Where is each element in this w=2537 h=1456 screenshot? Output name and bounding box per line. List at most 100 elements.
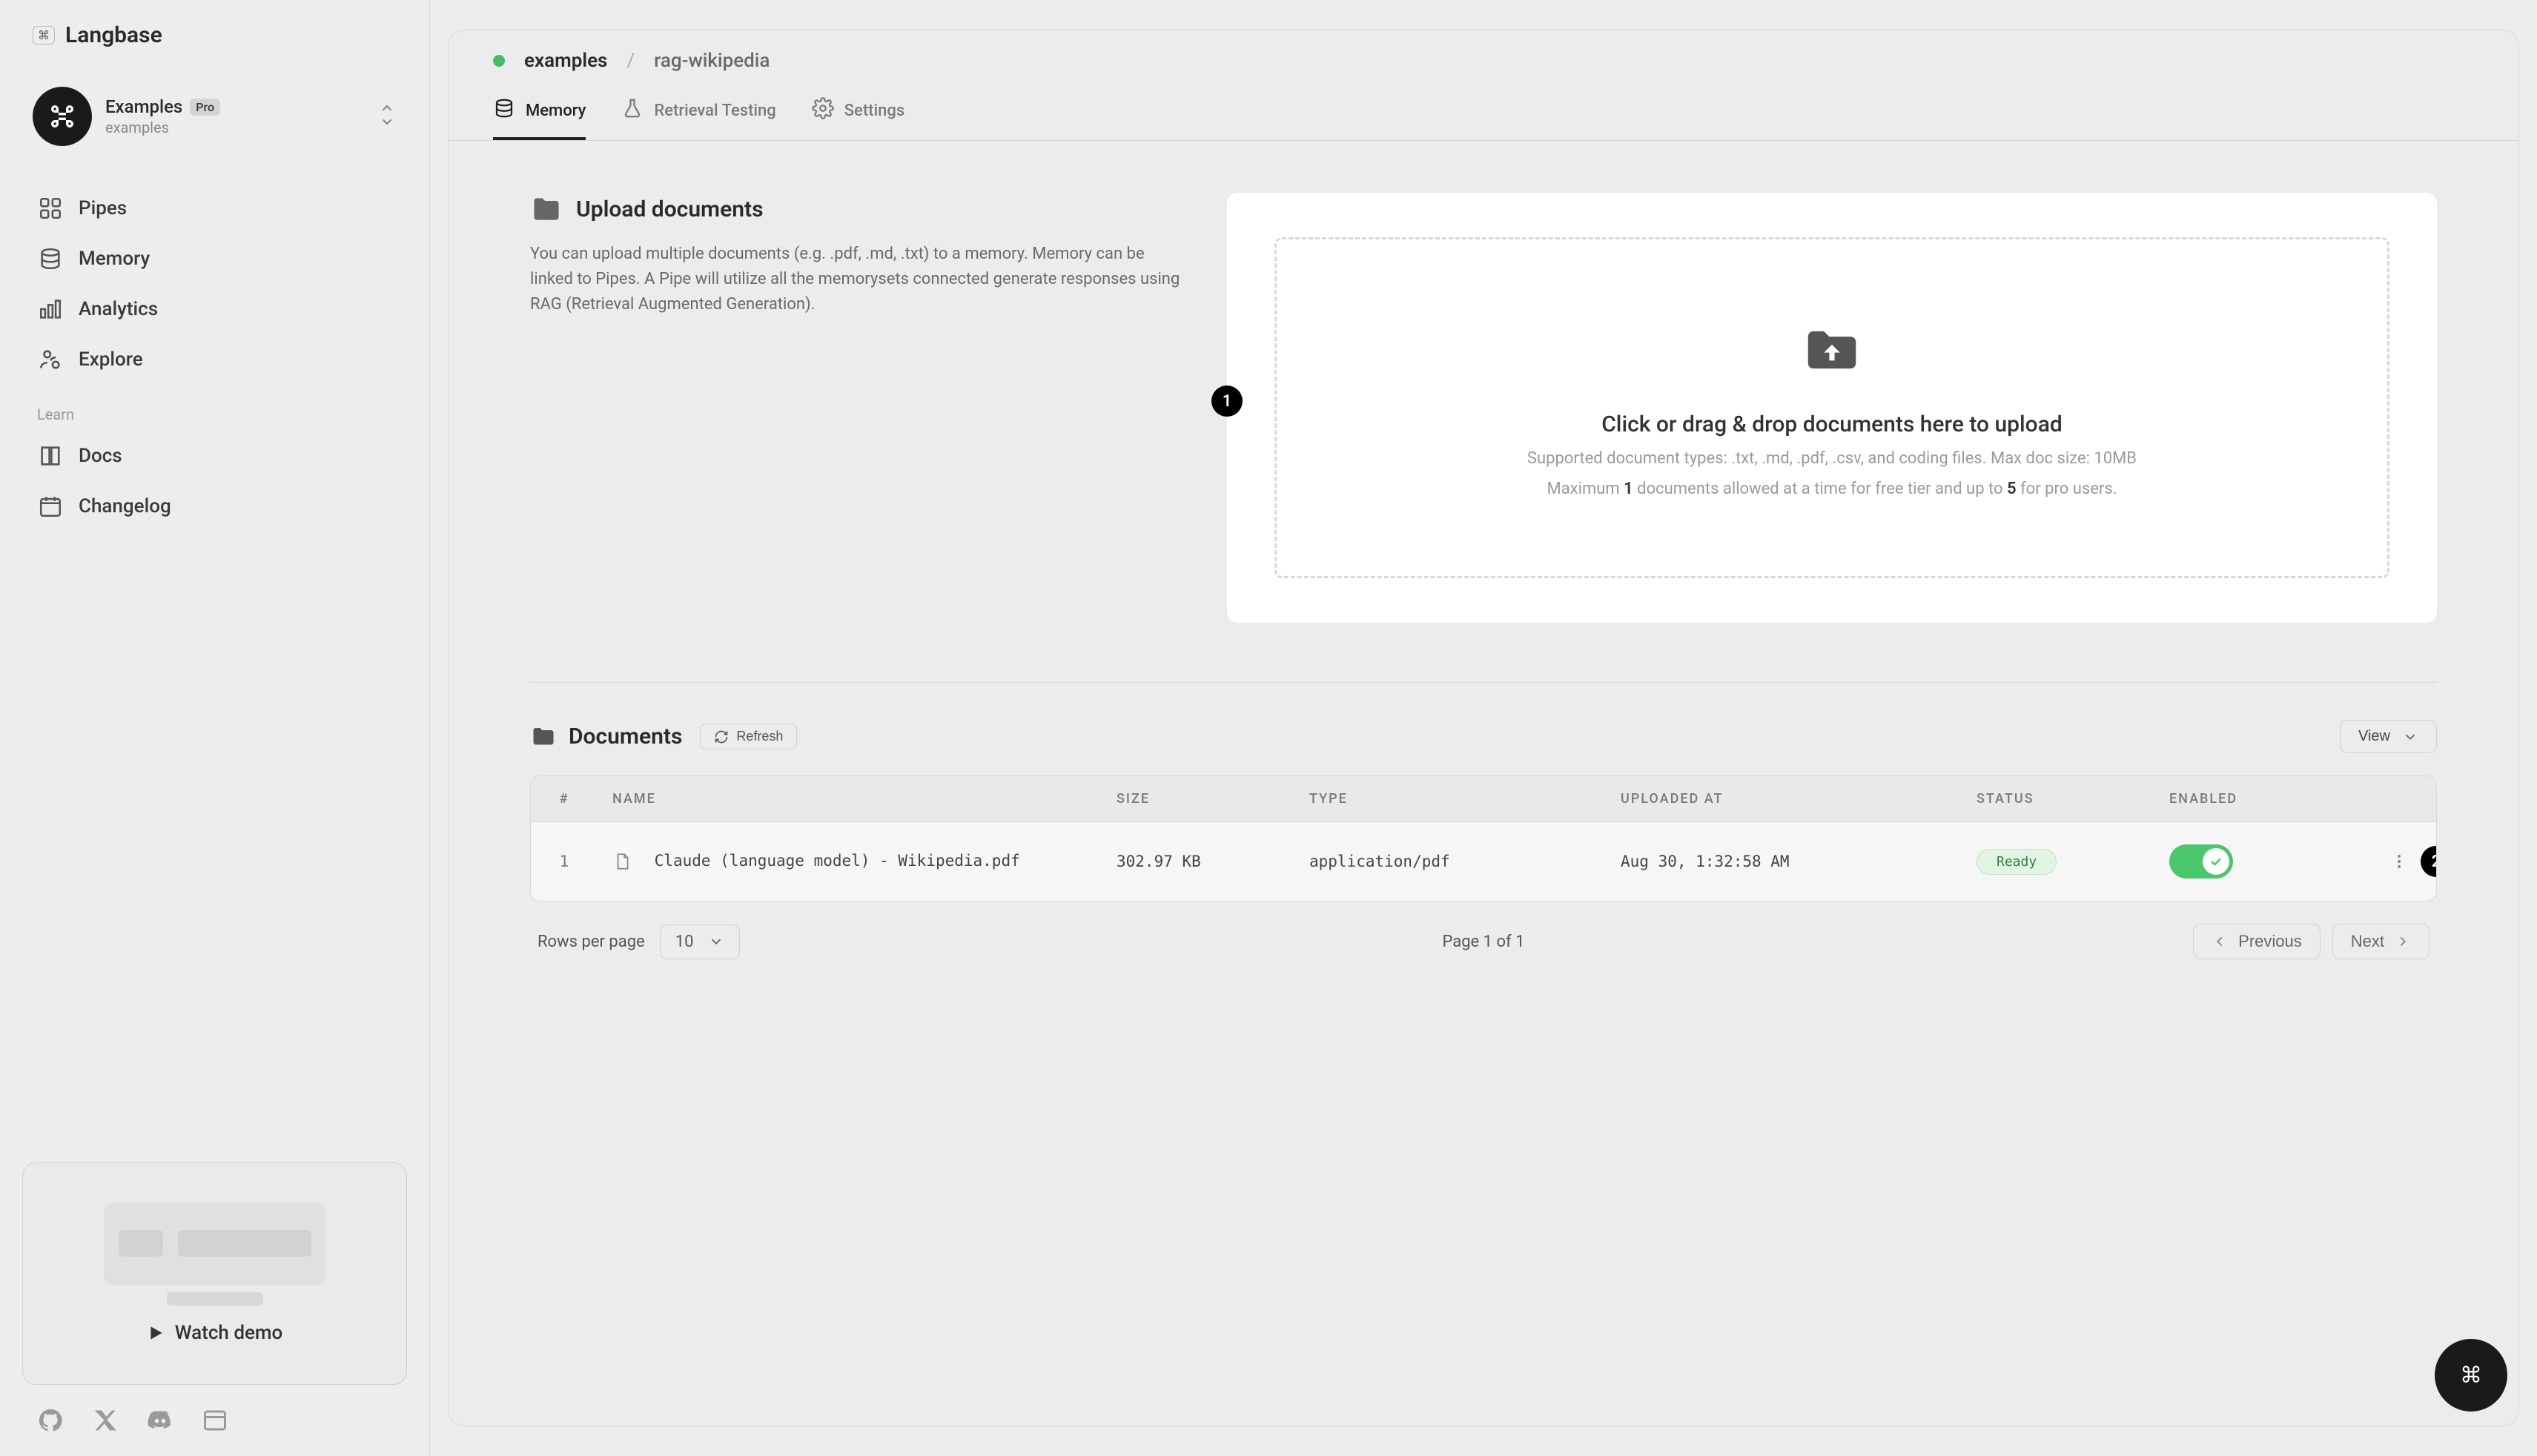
main: examples / rag-wikipedia Memory Retrieva… <box>430 0 2537 1456</box>
window-icon[interactable] <box>202 1407 228 1434</box>
breadcrumb: examples / rag-wikipedia <box>449 30 2518 72</box>
command-icon: ⌘ <box>2460 1363 2482 1389</box>
memory-icon <box>37 245 64 272</box>
th-name[interactable]: NAME <box>598 791 1102 807</box>
changelog-icon <box>37 493 64 520</box>
x-icon[interactable] <box>92 1407 119 1434</box>
sidebar-item-label: Changelog <box>79 495 171 517</box>
document-icon <box>612 852 632 871</box>
tab-label: Settings <box>844 102 904 120</box>
previous-label: Previous <box>2238 932 2302 951</box>
tab-label: Retrieval Testing <box>654 102 775 120</box>
th-type[interactable]: TYPE <box>1294 791 1606 807</box>
sidebar: ⌘ Langbase Examples Pro examples Pipes <box>0 0 430 1456</box>
footer-social <box>22 1385 407 1441</box>
discord-icon[interactable] <box>147 1407 173 1434</box>
sidebar-item-label: Analytics <box>79 298 158 320</box>
chevron-left-icon <box>2212 933 2228 950</box>
watch-demo-label: Watch demo <box>175 1322 283 1344</box>
dropzone[interactable]: 1 Click or drag & drop documents here to… <box>1227 193 2437 623</box>
rows-per-page-label: Rows per page <box>538 933 645 951</box>
documents-table: # NAME SIZE TYPE UPLOADED AT STATUS ENAB… <box>530 775 2437 901</box>
status-dot <box>493 55 505 67</box>
refresh-button[interactable]: Refresh <box>700 724 797 749</box>
breadcrumb-separator: / <box>626 50 635 72</box>
brand-name: Langbase <box>65 22 162 48</box>
rows-per-page-value: 10 <box>675 933 694 951</box>
rows-per-page-select[interactable]: 10 <box>660 924 741 959</box>
refresh-label: Refresh <box>736 729 783 744</box>
sidebar-item-explore[interactable]: Explore <box>22 336 407 383</box>
chevron-down-icon <box>708 933 724 950</box>
flask-icon <box>621 97 644 124</box>
previous-button[interactable]: Previous <box>2193 924 2321 959</box>
sidebar-item-label: Explore <box>79 348 143 371</box>
tab-retrieval-testing[interactable]: Retrieval Testing <box>621 97 775 140</box>
chevron-up-down-icon <box>377 102 397 131</box>
documents-title: Documents <box>569 724 682 749</box>
sidebar-item-label: Pipes <box>79 197 127 219</box>
dropzone-subtitle-1: Supported document types: .txt, .md, .pd… <box>1527 449 2137 468</box>
next-button[interactable]: Next <box>2332 924 2430 959</box>
demo-card[interactable]: Watch demo <box>22 1162 407 1385</box>
th-enabled[interactable]: ENABLED <box>2154 791 2362 807</box>
breadcrumb-page[interactable]: rag-wikipedia <box>654 50 770 72</box>
play-icon <box>147 1323 166 1343</box>
org-badge: Pro <box>190 99 220 116</box>
dropzone-title: Click or drag & drop documents here to u… <box>1601 411 2063 437</box>
check-icon <box>2209 854 2223 869</box>
table-row[interactable]: 1 Claude (language model) - Wikipedia.pd… <box>531 822 2436 901</box>
org-slug: examples <box>105 119 364 136</box>
org-selector[interactable]: Examples Pro examples <box>22 78 407 155</box>
command-icon <box>47 102 77 131</box>
td-size: 302.97 KB <box>1102 853 1294 870</box>
sidebar-item-pipes[interactable]: Pipes <box>22 185 407 232</box>
td-status: Ready <box>1962 849 2154 875</box>
brand[interactable]: ⌘ Langbase <box>22 22 407 48</box>
sidebar-item-memory[interactable]: Memory <box>22 235 407 282</box>
th-status[interactable]: STATUS <box>1962 791 2154 807</box>
chevron-down-icon <box>2402 729 2418 745</box>
td-uploaded: Aug 30, 1:32:58 AM <box>1606 853 1962 870</box>
tab-memory[interactable]: Memory <box>493 97 586 140</box>
td-index: 1 <box>531 853 598 870</box>
breadcrumb-project[interactable]: examples <box>524 50 607 72</box>
td-enabled <box>2154 844 2362 878</box>
demo-thumbnail <box>104 1203 326 1285</box>
explore-icon <box>37 346 64 373</box>
brand-icon: ⌘ <box>33 26 55 44</box>
th-uploaded[interactable]: UPLOADED AT <box>1606 791 1962 807</box>
view-label: View <box>2358 728 2390 745</box>
next-label: Next <box>2351 932 2384 951</box>
memory-icon <box>493 97 515 124</box>
org-avatar <box>33 87 92 146</box>
annotation-pin-2: 2 <box>2421 846 2437 877</box>
sidebar-item-label: Memory <box>79 248 150 270</box>
folder-upload-icon <box>530 193 563 225</box>
org-name: Examples <box>105 96 182 117</box>
github-icon[interactable] <box>37 1407 64 1434</box>
sidebar-item-analytics[interactable]: Analytics <box>22 285 407 333</box>
command-fab[interactable]: ⌘ <box>2435 1339 2507 1412</box>
upload-title: Upload documents <box>576 196 764 222</box>
annotation-pin-1: 1 <box>1211 385 1243 417</box>
gear-icon <box>812 97 834 124</box>
enabled-toggle[interactable] <box>2169 844 2233 878</box>
th-index: # <box>531 791 598 807</box>
more-vertical-icon <box>2390 853 2408 870</box>
sidebar-item-docs[interactable]: Docs <box>22 432 407 480</box>
analytics-icon <box>37 296 64 322</box>
tabs: Memory Retrieval Testing Settings <box>449 72 2518 141</box>
sidebar-item-label: Docs <box>79 445 122 467</box>
td-type: application/pdf <box>1294 853 1606 870</box>
chevron-right-icon <box>2395 933 2411 950</box>
docs-icon <box>37 443 64 469</box>
view-button[interactable]: View <box>2340 720 2437 753</box>
tab-settings[interactable]: Settings <box>812 97 904 140</box>
pipes-icon <box>37 195 64 222</box>
upload-icon <box>1800 318 1864 385</box>
dropzone-subtitle-2: Maximum 1 documents allowed at a time fo… <box>1547 480 2117 498</box>
sidebar-item-changelog[interactable]: Changelog <box>22 483 407 530</box>
demo-thumbnail-bar <box>167 1292 263 1306</box>
th-size[interactable]: SIZE <box>1102 791 1294 807</box>
